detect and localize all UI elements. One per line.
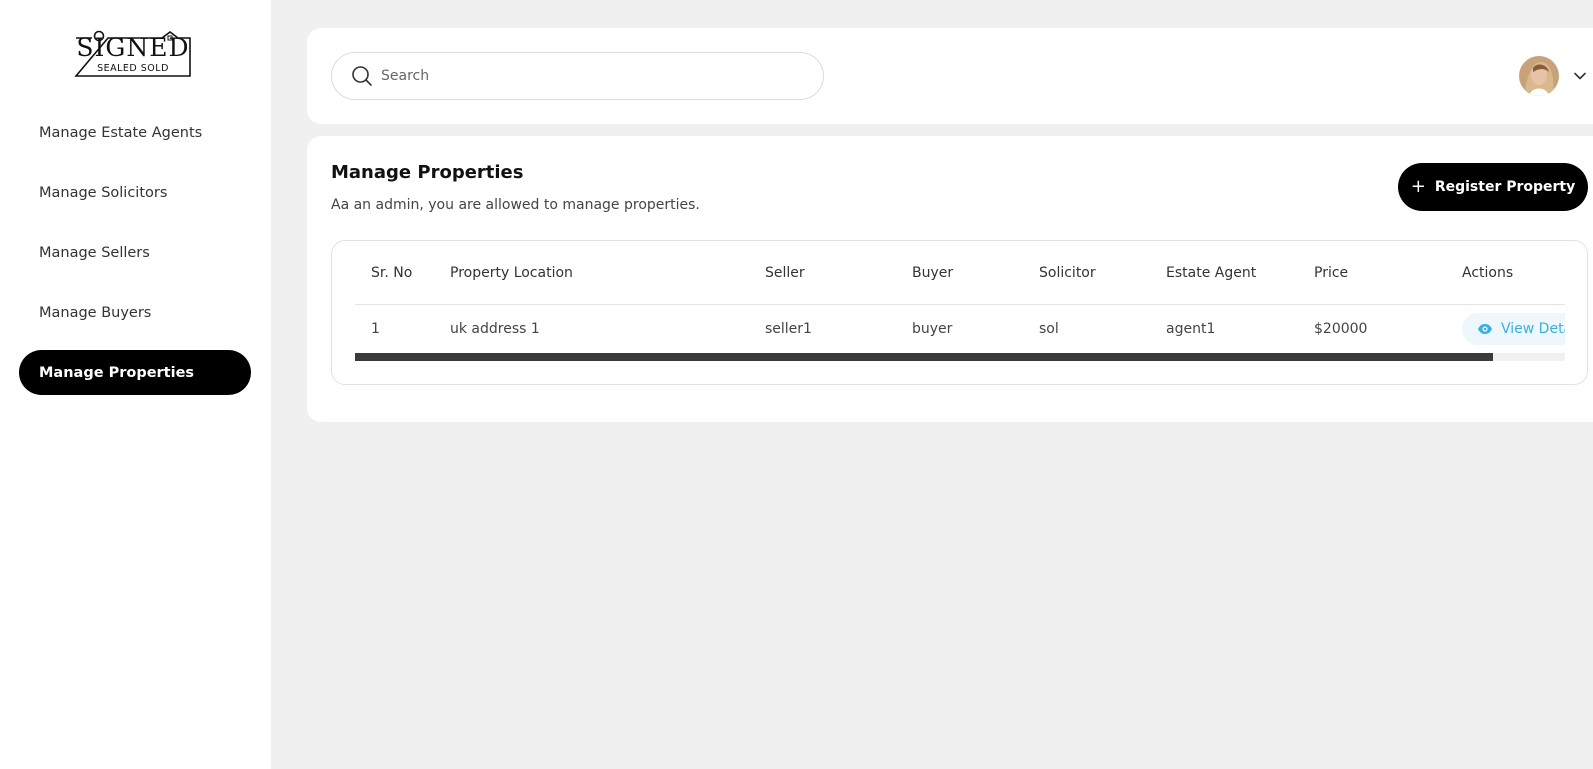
search-input[interactable] <box>381 68 801 84</box>
logo-tagline: SEALED SOLD <box>97 63 169 74</box>
sidebar-item-buyers[interactable]: Manage Buyers <box>19 290 251 335</box>
table-row: 1 uk address 1 seller1 buyer sol agent1 … <box>355 305 1565 353</box>
column-header-seller: Seller <box>765 264 805 281</box>
avatar[interactable] <box>1519 56 1559 96</box>
table-horizontal-scrollbar[interactable] <box>355 353 1565 361</box>
view-details-button[interactable]: View Details <box>1462 313 1565 345</box>
page-subtitle: Aa an admin, you are allowed to manage p… <box>331 197 700 213</box>
eye-icon <box>1478 324 1492 334</box>
sidebar-item-estate-agents[interactable]: Manage Estate Agents <box>19 110 251 155</box>
avatar-image <box>1519 56 1559 96</box>
chevron-down-icon[interactable] <box>1573 69 1587 83</box>
register-property-button[interactable]: + Register Property <box>1398 163 1588 211</box>
cell-estate-agent: agent1 <box>1166 321 1216 337</box>
cell-location: uk address 1 <box>450 321 540 337</box>
plus-icon: + <box>1410 176 1426 197</box>
brand-logo[interactable]: SIGNED SEALED SOLD <box>74 30 192 78</box>
properties-table: Sr. No Property Location Seller Buyer So… <box>355 241 1565 384</box>
cell-actions: View Details <box>1462 305 1565 353</box>
sidebar-item-solicitors[interactable]: Manage Solicitors <box>19 170 251 215</box>
logo-wordmark: SIGNED <box>76 33 190 62</box>
register-property-label: Register Property <box>1434 179 1576 195</box>
column-header-estate-agent: Estate Agent <box>1166 264 1257 281</box>
top-bar <box>307 28 1593 124</box>
sidebar-nav: Manage Estate Agents Manage Solicitors M… <box>19 110 251 410</box>
column-header-sr-no: Sr. No <box>371 264 413 281</box>
cell-solicitor: sol <box>1039 321 1059 337</box>
search-box[interactable] <box>331 52 824 100</box>
column-header-solicitor: Solicitor <box>1039 264 1096 281</box>
cell-seller: seller1 <box>765 321 812 337</box>
search-icon <box>352 66 372 86</box>
properties-panel: Manage Properties Aa an admin, you are a… <box>307 136 1593 422</box>
sidebar-item-properties[interactable]: Manage Properties <box>19 350 251 395</box>
properties-table-card: Sr. No Property Location Seller Buyer So… <box>331 240 1588 385</box>
cell-sr-no: 1 <box>371 321 380 337</box>
view-details-label: View Details <box>1501 321 1565 337</box>
column-header-location: Property Location <box>450 264 573 281</box>
column-header-buyer: Buyer <box>912 264 954 281</box>
table-header: Sr. No Property Location Seller Buyer So… <box>355 241 1565 305</box>
scrollbar-thumb[interactable] <box>355 353 1493 361</box>
cell-buyer: buyer <box>912 321 953 337</box>
sidebar-item-sellers[interactable]: Manage Sellers <box>19 230 251 275</box>
sidebar: SIGNED SEALED SOLD Manage Estate Agents … <box>0 0 271 769</box>
page-title: Manage Properties <box>331 162 524 183</box>
column-header-price: Price <box>1314 264 1349 281</box>
column-header-actions: Actions <box>1462 264 1514 281</box>
cell-price: $20000 <box>1314 321 1368 337</box>
